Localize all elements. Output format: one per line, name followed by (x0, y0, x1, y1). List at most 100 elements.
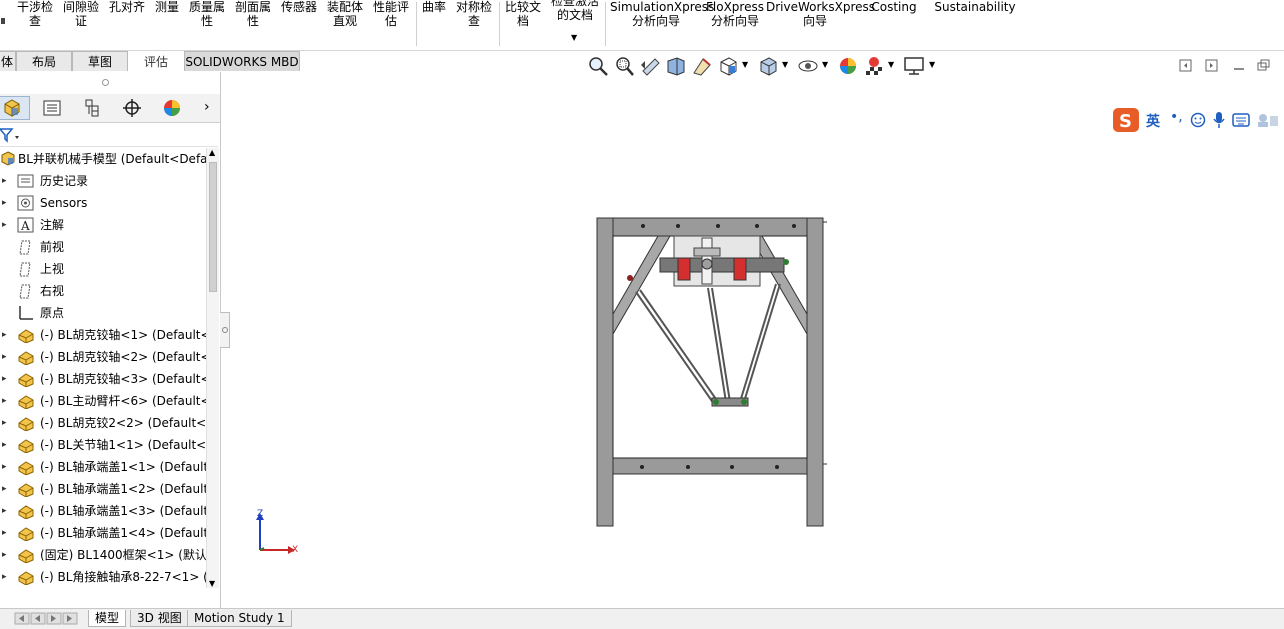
tree-item-sensors[interactable]: ▸ Sensors (0, 192, 206, 214)
tree-item-part[interactable]: ▸ (-) BL胡克铰轴<2> (Default< (0, 346, 206, 368)
tree-item-part[interactable]: ▸ (-) BL胡克铰2<2> (Default<< (0, 412, 206, 434)
ime-voice-mic-icon[interactable] (1212, 111, 1226, 129)
ime-punctuation-icon[interactable]: •, (1170, 109, 1183, 125)
expand-arrow-icon[interactable]: ▸ (2, 170, 10, 192)
expand-arrow-icon[interactable]: ▸ (2, 500, 10, 522)
sensor-button[interactable]: 传感器 (278, 0, 320, 14)
tab-sketch[interactable]: 草图 (72, 51, 128, 71)
expand-arrow-icon[interactable]: ▸ (2, 434, 10, 456)
tree-item-part[interactable]: ▸ (-) BL轴承端盖1<3> (Default< (0, 500, 206, 522)
tree-item-history[interactable]: ▸ 历史记录 (0, 170, 206, 192)
scrollbar-thumb[interactable] (209, 162, 217, 292)
sustainability-button[interactable]: Sustainability (934, 0, 1016, 14)
section-properties-button[interactable]: 剖面属 性 (232, 0, 274, 28)
tree-item-top-plane[interactable]: 上视 (0, 258, 206, 280)
scroll-down-arrow-icon[interactable]: ▼ (209, 579, 215, 588)
displaymanager-tab[interactable] (154, 96, 190, 120)
costing-button[interactable]: Costing (870, 0, 918, 14)
expand-arrow-icon[interactable]: ▸ (2, 368, 10, 390)
ime-emoji-icon[interactable] (1190, 112, 1206, 128)
view-settings-monitor-icon[interactable] (903, 55, 925, 77)
dropdown-arrow-icon[interactable]: ▼ (571, 33, 577, 42)
chevron-right-icon[interactable]: › (204, 99, 210, 115)
dropdown-arrow-icon[interactable]: ▼ (742, 60, 748, 69)
tree-root-assembly[interactable]: BL并联机械手模型 (Default<Defa (0, 148, 206, 170)
curvature-button[interactable]: 曲率 (420, 0, 448, 14)
tree-item-part[interactable]: ▸ (-) BL主动臂杆<6> (Default< (0, 390, 206, 412)
assembly-visualization-button[interactable]: 装配体 直观 (324, 0, 366, 28)
ime-language-toggle[interactable]: 英 (1146, 111, 1160, 131)
expand-arrow-icon[interactable]: ▸ (2, 456, 10, 478)
ime-skin-settings-icon[interactable] (1256, 112, 1280, 128)
dimxpertmanager-tab[interactable] (114, 96, 150, 120)
tree-item-part[interactable]: ▸ (-) BL轴承端盖1<4> (Default< (0, 522, 206, 544)
tab-motion-study[interactable]: Motion Study 1 (187, 610, 292, 627)
tab-body[interactable]: 体 (0, 51, 16, 71)
expand-arrow-icon[interactable]: ▸ (2, 412, 10, 434)
tab-evaluate[interactable]: 评估 (128, 51, 184, 71)
tree-item-part[interactable]: ▸ (-) BL轴承端盖1<2> (Default< (0, 478, 206, 500)
tree-item-part[interactable]: ▸ (-) BL关节轴1<1> (Default<< (0, 434, 206, 456)
compare-documents-button[interactable]: 比较文 档 (502, 0, 544, 28)
ime-keyboard-icon[interactable] (1232, 113, 1250, 127)
configurationmanager-tab[interactable] (74, 96, 110, 120)
tree-item-part[interactable]: ▸ (-) BL胡克铰轴<3> (Default< (0, 368, 206, 390)
restore-icon[interactable] (1257, 59, 1270, 71)
tab-solidworks-mbd[interactable]: SOLIDWORKS MBD (184, 51, 300, 71)
dropdown-arrow-icon[interactable]: ▼ (782, 60, 788, 69)
ribbon-cut-icon[interactable] (0, 0, 6, 28)
tree-item-front-plane[interactable]: 前视 (0, 236, 206, 258)
tree-item-annotations[interactable]: ▸ A 注解 (0, 214, 206, 236)
feature-tree-scrollbar[interactable]: ▲ ▼ (206, 148, 219, 588)
expand-arrow-icon[interactable]: ▸ (2, 544, 10, 566)
zoom-to-fit-icon[interactable] (587, 55, 609, 77)
edit-appearance-icon[interactable] (837, 55, 859, 77)
zoom-to-area-icon[interactable] (613, 55, 635, 77)
expand-arrow-icon[interactable]: ▸ (2, 324, 10, 346)
apply-scene-icon[interactable] (863, 55, 885, 77)
previous-view-icon[interactable] (639, 55, 661, 77)
expand-arrow-icon[interactable]: ▸ (2, 566, 10, 588)
delta-robot-model[interactable] (590, 214, 830, 532)
dropdown-arrow-icon[interactable]: ▼ (888, 60, 894, 69)
tree-item-part[interactable]: ▸ (-) BL角接触轴承8-22-7<1> (D (0, 566, 206, 588)
scroll-up-arrow-icon[interactable]: ▲ (209, 148, 215, 157)
tree-item-part[interactable]: ▸ (固定) BL1400框架<1> (默认< (0, 544, 206, 566)
tab-layout[interactable]: 布局 (16, 51, 72, 71)
propertymanager-tab[interactable] (34, 96, 70, 120)
dropdown-arrow-icon[interactable]: ▼ (929, 60, 935, 69)
driveworksxpress-button[interactable]: DriveWorksXpress 向导 (766, 0, 875, 28)
panel-collapse-handle[interactable] (220, 312, 230, 348)
view-orientation-icon[interactable] (717, 55, 739, 77)
dynamic-annotation-icon[interactable] (691, 55, 713, 77)
filter-icon[interactable] (0, 127, 22, 143)
dropdown-arrow-icon[interactable]: ▼ (822, 60, 828, 69)
hole-alignment-button[interactable]: 孔对齐 (106, 0, 148, 14)
simulationxpress-button[interactable]: SimulationXpress 分析向导 (610, 0, 714, 28)
expand-arrow-icon[interactable]: ▸ (2, 522, 10, 544)
hide-show-items-icon[interactable] (797, 55, 819, 77)
check-active-document-button[interactable]: 检查激活 的文档 (548, 0, 602, 22)
expand-arrow-icon[interactable]: ▸ (2, 478, 10, 500)
measure-button[interactable]: 测量 (152, 0, 182, 14)
tree-item-right-plane[interactable]: 右视 (0, 280, 206, 302)
tab-model[interactable]: 模型 (88, 610, 127, 627)
panel-grip-dot[interactable] (102, 79, 109, 86)
tree-item-part[interactable]: ▸ (-) BL轴承端盖1<1> (Default< (0, 456, 206, 478)
tab-3d-view[interactable]: 3D 视图 (130, 610, 189, 627)
expand-arrow-icon[interactable]: ▸ (2, 192, 10, 214)
mass-properties-button[interactable]: 质量属 性 (186, 0, 228, 28)
clearance-verification-button[interactable]: 间隙验 证 (60, 0, 102, 28)
tree-item-origin[interactable]: 原点 (0, 302, 206, 324)
display-style-icon[interactable] (757, 55, 779, 77)
previous-viewport-icon[interactable] (1179, 59, 1192, 72)
performance-evaluation-button[interactable]: 性能评 估 (370, 0, 412, 28)
interference-check-button[interactable]: 干涉检 查 (12, 0, 58, 28)
next-viewport-icon[interactable] (1205, 59, 1218, 72)
expand-arrow-icon[interactable]: ▸ (2, 214, 10, 236)
tree-item-part[interactable]: ▸ (-) BL胡克铰轴<1> (Default< (0, 324, 206, 346)
section-view-icon[interactable] (665, 55, 687, 77)
tab-scroll-buttons[interactable] (14, 612, 84, 625)
sogou-ime-logo-icon[interactable]: S (1112, 107, 1140, 133)
floxpress-button[interactable]: FloXpress 分析向导 (706, 0, 764, 28)
